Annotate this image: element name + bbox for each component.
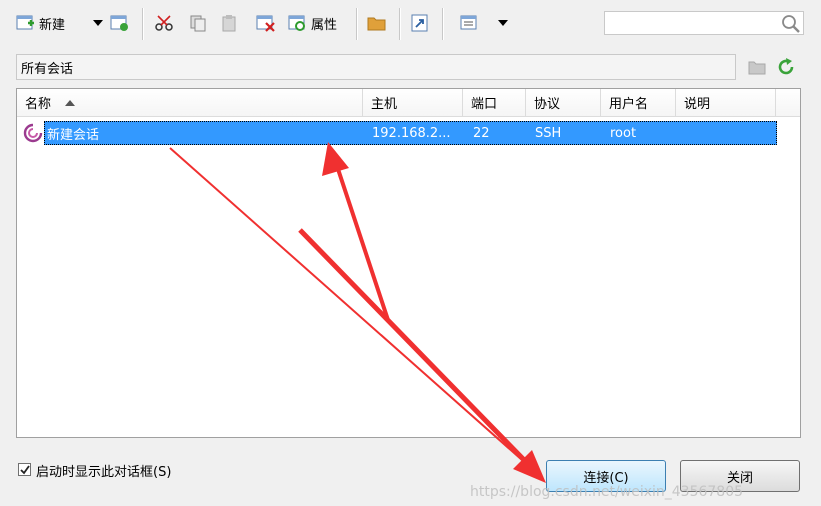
annotation-arrow-up xyxy=(322,142,390,321)
annotation-arrows xyxy=(169,142,546,483)
annotation-arrow-down xyxy=(169,147,546,483)
